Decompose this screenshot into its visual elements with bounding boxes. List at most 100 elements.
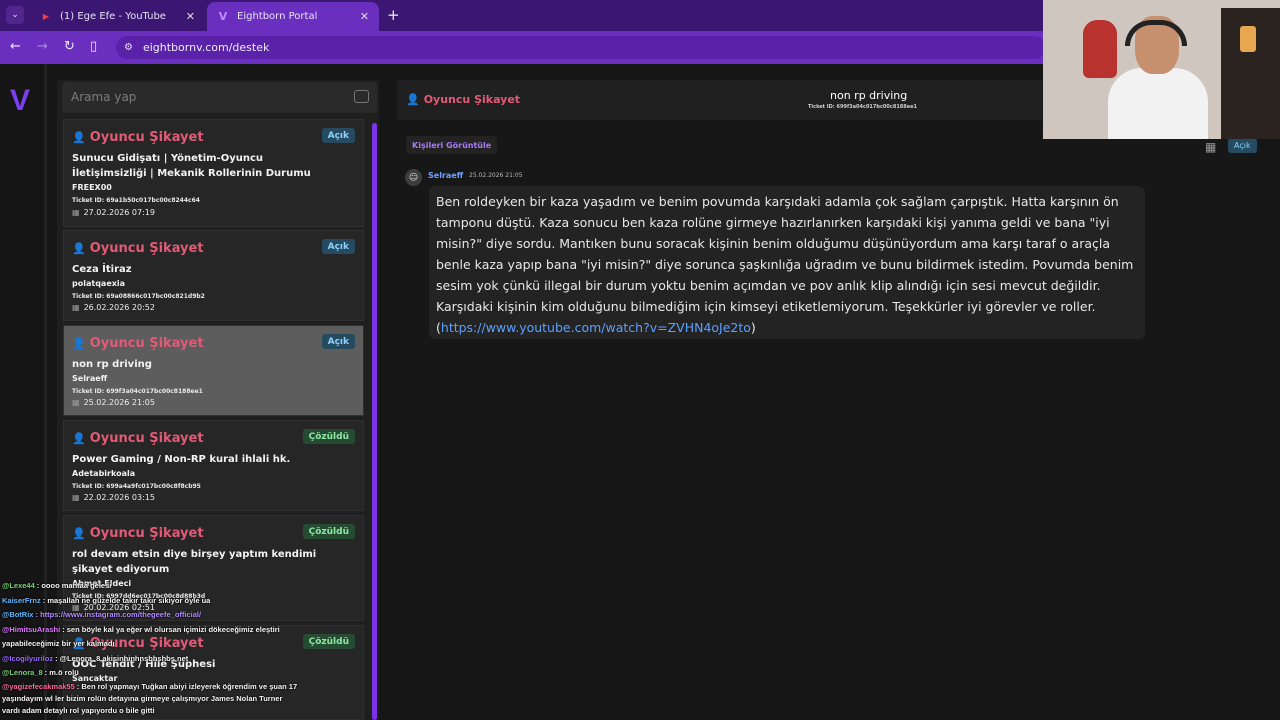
webcam-overlay <box>1043 0 1280 139</box>
tab-title: (1) Ege Efe - YouTube <box>60 11 166 22</box>
webcam-person-body <box>1108 68 1208 139</box>
reload-icon[interactable]: ↻ <box>64 39 75 54</box>
detail-status-badge: Açık <box>1228 138 1257 153</box>
category-label: Oyuncu Şikayet <box>89 241 204 256</box>
status-badge: Çözüldü <box>302 634 355 649</box>
ticket-category: 👤 Oyuncu Şikayet <box>72 431 204 446</box>
chat-message: KaiserFrnz: maşallah ne güzelde takır ta… <box>2 594 302 609</box>
webcam-lamp <box>1240 26 1256 52</box>
category-label: Oyuncu Şikayet <box>89 431 204 446</box>
chat-user: @BotRix <box>2 610 34 619</box>
chat-message: @Lexe44: oooo mantaa gelesi <box>2 579 302 594</box>
new-tab-icon[interactable]: + <box>387 6 400 24</box>
chat-user: @HimitsuArashi <box>2 624 61 634</box>
chat-message: @BotRix: https://www.instagram.com/thege… <box>2 608 302 623</box>
ticket-author: Selraeff <box>72 374 108 383</box>
calendar-icon: ▦ <box>72 303 80 312</box>
ticket-title: Power Gaming / Non-RP kural ihlali hk. <box>72 454 291 465</box>
stream-chat-overlay: @Lexe44: oooo mantaa gelesi KaiserFrnz: … <box>2 579 302 717</box>
ticket-title: Sunucu Gidişatı | Yönetim-Oyuncu İletişi… <box>72 153 311 179</box>
view-people-button[interactable]: Kişileri Görüntüle <box>406 136 498 154</box>
category-label: Oyuncu Şikayet <box>89 130 204 145</box>
user-alert-icon: 👤 <box>72 527 86 540</box>
ticket-list-scrollbar[interactable] <box>372 123 377 720</box>
tab-youtube[interactable]: ▶ (1) Ege Efe - YouTube ✕ <box>30 2 205 31</box>
ticket-date: ▦ 25.02.2026 21:05 <box>72 398 155 407</box>
category-label: Oyuncu Şikayet <box>89 336 204 351</box>
user-alert-icon: 👤 <box>72 337 86 350</box>
date-text: 27.02.2026 07:19 <box>83 208 155 217</box>
ticket-card[interactable]: 👤 Oyuncu Şikayet Çözüldü Power Gaming / N… <box>63 420 364 511</box>
ticket-id: Ticket ID: 69a1b50c017bc00c8244c64 <box>72 197 200 204</box>
chat-user: @Lexe44 <box>2 581 35 590</box>
chat-text: : https://www.instagram.com/thegeefe_off… <box>35 610 202 619</box>
chat-user: @Icogilyuriloz <box>2 653 54 663</box>
eightborn-logo[interactable]: V <box>10 84 30 118</box>
ticket-author: FREEX00 <box>72 183 112 192</box>
site-settings-icon[interactable]: ⚙ <box>124 42 133 53</box>
chat-text: : oooo mantaa gelesi <box>36 581 112 590</box>
ticket-id: Ticket ID: 699f3a04c017bc00c8188ee1 <box>72 388 203 395</box>
user-alert-icon: 👤 <box>406 93 420 106</box>
youtube-icon: ▶ <box>42 12 50 21</box>
detail-title: non rp driving <box>830 89 908 102</box>
close-icon[interactable]: ✕ <box>186 10 195 23</box>
message-sender[interactable]: Selraeff <box>428 171 463 180</box>
ticket-author: Adetabirkoala <box>72 469 136 478</box>
chat-user: @Lenora_8 <box>2 668 43 677</box>
youtube-link[interactable]: https://www.youtube.com/watch?v=ZVHN4oJe… <box>441 320 751 335</box>
user-alert-icon: 👤 <box>72 432 86 445</box>
message-date: 25.02.2026 21:05 <box>469 172 523 179</box>
search-placeholder: Arama yap <box>71 90 137 104</box>
detail-ticket-id: Ticket ID: 699f3a04c017bc00c8188ee1 <box>808 104 918 110</box>
ticket-card[interactable]: 👤 Oyuncu Şikayet Açık Sunucu Gidişatı | Y… <box>63 119 364 227</box>
forward-arrow-icon[interactable]: → <box>37 39 48 54</box>
status-badge: Çözüldü <box>302 524 355 539</box>
detail-category: 👤 Oyuncu Şikayet <box>406 93 520 106</box>
tab-title: Eightborn Portal <box>237 11 318 22</box>
chat-text: : m.ö rolü <box>44 668 79 677</box>
ticket-id: Ticket ID: 699a4a9fc017bc00c8f8cb95 <box>72 483 201 490</box>
ticket-title: Ceza İtiraz <box>72 264 132 275</box>
ticket-card-selected[interactable]: 👤 Oyuncu Şikayet Açık non rp driving Selr… <box>63 325 364 416</box>
split-view-icon[interactable]: ▯ <box>90 39 97 54</box>
ticket-id: Ticket ID: 69a08866c017bc00c821d9b2 <box>72 293 205 300</box>
close-icon[interactable]: ✕ <box>360 10 369 23</box>
url-text: eightbornv.com/destek <box>142 41 270 54</box>
chat-message: @HimitsuArashi: sen böyle kal ya eğer wl… <box>2 623 302 652</box>
address-bar[interactable]: ⚙ eightbornv.com/destek <box>116 36 1046 59</box>
ticket-category: 👤 Oyuncu Şikayet <box>72 241 204 256</box>
webcam-santa-figure <box>1083 20 1117 78</box>
date-text: 25.02.2026 21:05 <box>83 398 155 407</box>
back-arrow-icon[interactable]: ← <box>10 39 21 54</box>
ticket-author: polatqaexia <box>72 279 126 288</box>
date-text: 26.02.2026 20:52 <box>83 303 155 312</box>
status-badge: Açık <box>321 239 355 254</box>
calendar-icon: ▦ <box>72 208 80 217</box>
tab-search-chevron-icon[interactable]: ⌄ <box>6 6 24 24</box>
ticket-category: 👤 Oyuncu Şikayet <box>72 336 204 351</box>
ticket-category: 👤 Oyuncu Şikayet <box>72 130 204 145</box>
calendar-grid-icon[interactable]: ▦ <box>1205 140 1216 154</box>
category-label: Oyuncu Şikayet <box>423 93 521 106</box>
avatar: ☺ <box>405 169 422 186</box>
calendar-icon: ▦ <box>72 398 80 407</box>
status-badge: Açık <box>321 334 355 349</box>
ticket-category: 👤 Oyuncu Şikayet <box>72 526 204 541</box>
search-input[interactable]: Arama yap <box>62 82 377 113</box>
ticket-date: ▦ 26.02.2026 20:52 <box>72 303 155 312</box>
ticket-card[interactable]: 👤 Oyuncu Şikayet Açık Ceza İtiraz polatqa… <box>63 230 364 321</box>
chat-text: : maşallah ne güzelde takır takır sikiyo… <box>42 595 211 605</box>
chat-message: @Icogilyuriloz: @Lenora_8 akisinhinhnsbh… <box>2 652 302 667</box>
chat-user: @yagizefecakmak55 <box>2 681 75 691</box>
chat-user: KaiserFrnz <box>2 595 41 605</box>
ticket-title: rol devam etsin diye birşey yaptım kendi… <box>72 549 317 575</box>
ticket-date: ▦ 27.02.2026 07:19 <box>72 208 155 217</box>
message-text: Ben roldeyken bir kaza yaşadım ve benim … <box>436 194 1134 314</box>
tab-eightborn[interactable]: V Eightborn Portal ✕ <box>207 2 379 31</box>
filter-icon[interactable] <box>354 90 369 103</box>
calendar-icon: ▦ <box>72 493 80 502</box>
eightborn-logo-icon: V <box>218 10 228 23</box>
date-text: 22.02.2026 03:15 <box>83 493 155 502</box>
status-badge: Açık <box>321 128 355 143</box>
